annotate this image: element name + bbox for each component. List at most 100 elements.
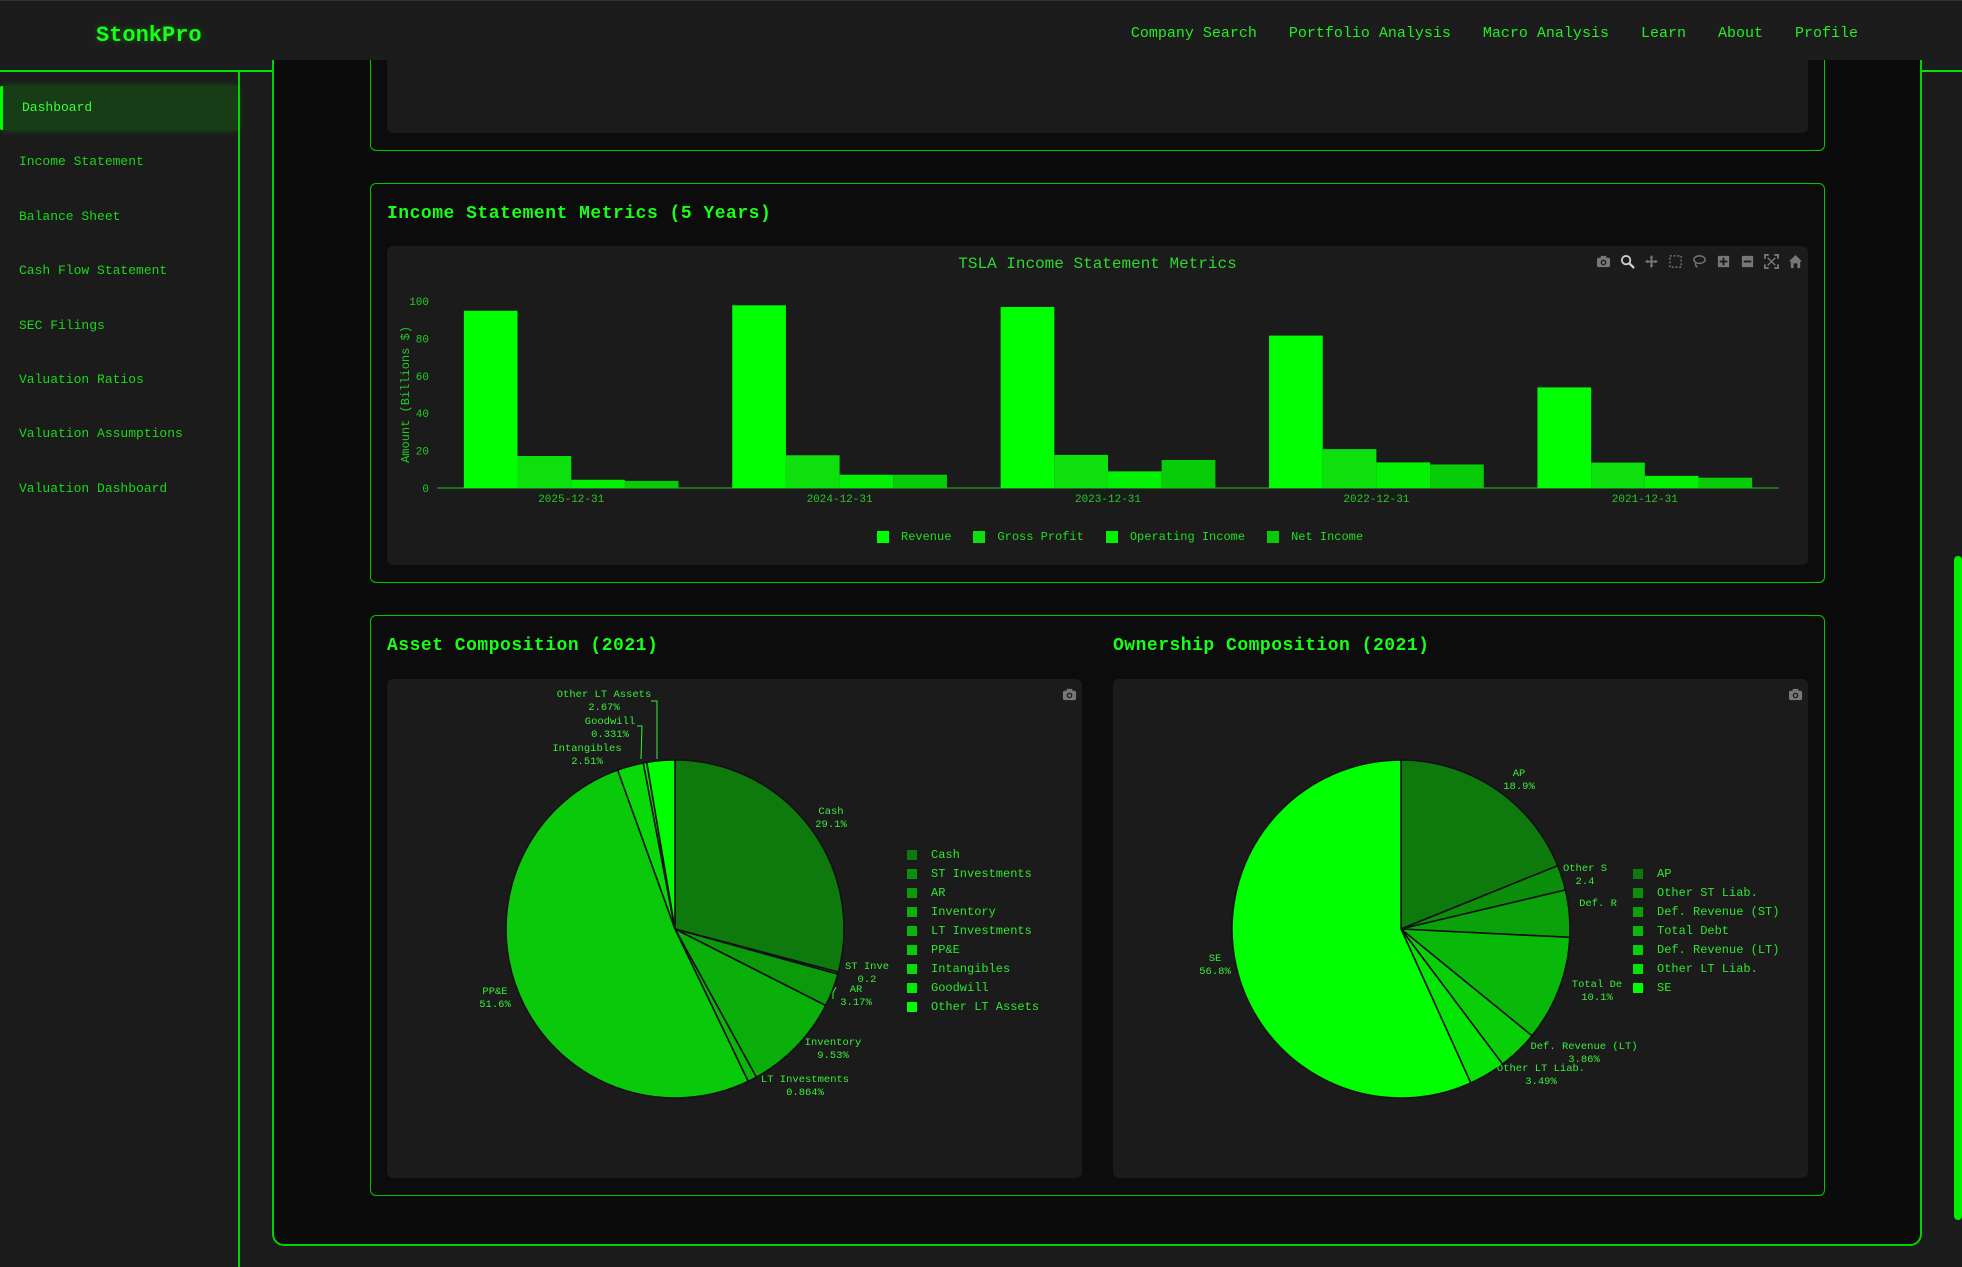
bar-net-income[interactable]: [1698, 477, 1753, 488]
legend-swatch: [1633, 944, 1643, 955]
legend-item-intangibles[interactable]: Intangibles: [907, 959, 1039, 978]
legend-swatch: [1633, 868, 1643, 879]
legend-label: Intangibles: [931, 961, 1011, 976]
legend-item-other-lt-liab[interactable]: Other LT Liab.: [1633, 959, 1779, 978]
legend-item-def-revenue-st[interactable]: Def. Revenue (ST): [1633, 902, 1779, 921]
slice-label-inventory: 9.53%: [817, 1050, 849, 1062]
slice-label-lt-investments: LT Investments: [761, 1074, 849, 1086]
slice-label-ar: 3.17%: [840, 997, 872, 1009]
asset-composition-title: Asset Composition (2021): [387, 636, 659, 656]
bar-revenue[interactable]: [1537, 387, 1592, 488]
bar-operating-income[interactable]: [571, 479, 625, 488]
sidebar-item-dashboard[interactable]: Dashboard: [0, 86, 238, 130]
x-tick-label: 2021-12-31: [1612, 494, 1678, 506]
sidebar-item-valuation-assumptions[interactable]: Valuation Assumptions: [0, 412, 238, 456]
main-nav: Company Search Portfolio Analysis Macro …: [1131, 25, 1858, 42]
bar-gross-profit[interactable]: [1054, 454, 1108, 488]
income-bar-chart: 0 20 40 60 80 100 Amount (Billions $) 2025-12-3…: [399, 297, 1779, 506]
ownership-composition-title: Ownership Composition (2021): [1113, 636, 1430, 656]
legend-label-net-income: Net Income: [1291, 530, 1364, 544]
sidebar-item-balance-sheet[interactable]: Balance Sheet: [0, 195, 238, 239]
legend-item-inventory[interactable]: Inventory: [907, 902, 1039, 921]
income-chart-panel: TSLA Income Statement Metrics 0 20 40 60 80 1…: [387, 246, 1808, 565]
nav-macro-analysis[interactable]: Macro Analysis: [1483, 25, 1609, 42]
x-tick-label: 2024-12-31: [807, 494, 873, 506]
bar-gross-profit[interactable]: [517, 456, 572, 488]
sidebar-item-valuation-ratios[interactable]: Valuation Ratios: [0, 358, 238, 402]
slice-leader-line: [651, 700, 658, 759]
legend-label: AR: [931, 885, 946, 900]
bar-operating-income[interactable]: [1644, 475, 1699, 488]
asset-pie-panel: Cash 29.1% ST Inve 0.2 AR 3.17% Inventory 9.53%…: [387, 679, 1082, 1178]
slice-label-se: 56.8%: [1199, 966, 1231, 978]
legend-item-pp-e[interactable]: PP&E: [907, 940, 1039, 959]
brand-logo[interactable]: StonkPro: [96, 23, 202, 48]
bar-revenue[interactable]: [732, 305, 786, 488]
bar-net-income[interactable]: [1161, 459, 1216, 488]
page-scrollbar[interactable]: [1954, 556, 1962, 1220]
legend-swatch: [907, 925, 917, 936]
legend-item-cash[interactable]: Cash: [907, 845, 1039, 864]
legend-item-revenue[interactable]: Revenue: [877, 530, 951, 544]
income-card-title: Income Statement Metrics (5 Years): [387, 204, 772, 224]
slice-label-pp-e: 51.6%: [479, 999, 511, 1011]
legend-item-st-investments[interactable]: ST Investments: [907, 864, 1039, 883]
bar-operating-income[interactable]: [839, 474, 894, 488]
bar-gross-profit[interactable]: [785, 455, 840, 488]
legend-label: ST Investments: [931, 866, 1032, 881]
bar-operating-income[interactable]: [1376, 462, 1431, 488]
bar-net-income[interactable]: [1430, 464, 1484, 488]
nav-portfolio-analysis[interactable]: Portfolio Analysis: [1289, 25, 1451, 42]
sidebar-item-income-statement[interactable]: Income Statement: [0, 140, 238, 184]
legend-item-ar[interactable]: AR: [907, 883, 1039, 902]
sidebar-item-sec-filings[interactable]: SEC Filings: [0, 304, 238, 348]
slice-label-st-investments: ST Inve: [845, 961, 889, 973]
legend-item-se[interactable]: SE: [1633, 978, 1779, 997]
bar-revenue[interactable]: [463, 310, 518, 488]
bar-net-income[interactable]: [893, 474, 947, 488]
legend-item-ap[interactable]: AP: [1633, 864, 1779, 883]
nav-learn[interactable]: Learn: [1641, 25, 1686, 42]
slice-label-total-debt: 10.1%: [1581, 992, 1613, 1004]
slice-label-goodwill: 0.331%: [591, 729, 630, 741]
legend-swatch-gross-profit: [973, 531, 986, 543]
legend-label: PP&E: [931, 942, 960, 957]
legend-item-other-st-liab[interactable]: Other ST Liab.: [1633, 883, 1779, 902]
nav-about[interactable]: About: [1718, 25, 1763, 42]
sidebar-item-cash-flow-statement[interactable]: Cash Flow Statement: [0, 249, 238, 293]
income-chart-legend: Revenue Gross Profit Operating Income Ne…: [877, 530, 1363, 544]
sidebar-item-valuation-dashboard[interactable]: Valuation Dashboard: [0, 467, 238, 511]
nav-profile[interactable]: Profile: [1795, 25, 1858, 42]
slice-label-total-debt: Total De: [1572, 979, 1622, 991]
slice-label-other-lt-assets: 2.67%: [588, 702, 620, 714]
legend-item-other-lt-assets[interactable]: Other LT Assets: [907, 997, 1039, 1016]
bar-operating-income[interactable]: [1108, 471, 1162, 488]
legend-label: Other ST Liab.: [1657, 885, 1758, 900]
slice-label-other-st-liab: Other S: [1563, 863, 1607, 875]
bar-gross-profit[interactable]: [1591, 462, 1645, 488]
legend-item-goodwill[interactable]: Goodwill: [907, 978, 1039, 997]
nav-company-search[interactable]: Company Search: [1131, 25, 1257, 42]
bar-revenue[interactable]: [1000, 306, 1055, 488]
legend-item-net-income[interactable]: Net Income: [1267, 530, 1363, 544]
legend-label: SE: [1657, 980, 1672, 995]
slice-label-other-lt-liab: 3.49%: [1525, 1076, 1557, 1088]
bar-revenue[interactable]: [1269, 335, 1323, 488]
legend-swatch: [907, 849, 917, 860]
slice-label-intangibles: 2.51%: [571, 756, 603, 768]
legend-swatch: [907, 1001, 917, 1012]
legend-swatch: [907, 887, 917, 898]
legend-swatch: [907, 944, 917, 955]
slice-label-def-revenue-st: Def. R: [1579, 898, 1618, 910]
legend-item-gross-profit[interactable]: Gross Profit: [973, 530, 1084, 544]
legend-item-lt-investments[interactable]: LT Investments: [907, 921, 1039, 940]
bar-net-income[interactable]: [624, 480, 679, 488]
legend-item-operating-income[interactable]: Operating Income: [1105, 530, 1245, 544]
slice-label-def-revenue-lt: Def. Revenue (LT): [1530, 1041, 1637, 1053]
bar-gross-profit[interactable]: [1322, 449, 1377, 488]
slice-label-goodwill: Goodwill: [585, 716, 635, 728]
legend-item-def-revenue-lt[interactable]: Def. Revenue (LT): [1633, 940, 1779, 959]
legend-item-total-debt[interactable]: Total Debt: [1633, 921, 1779, 940]
x-tick-label: 2023-12-31: [1075, 494, 1141, 506]
sidebar: Dashboard Income Statement Balance Sheet…: [0, 72, 240, 1267]
